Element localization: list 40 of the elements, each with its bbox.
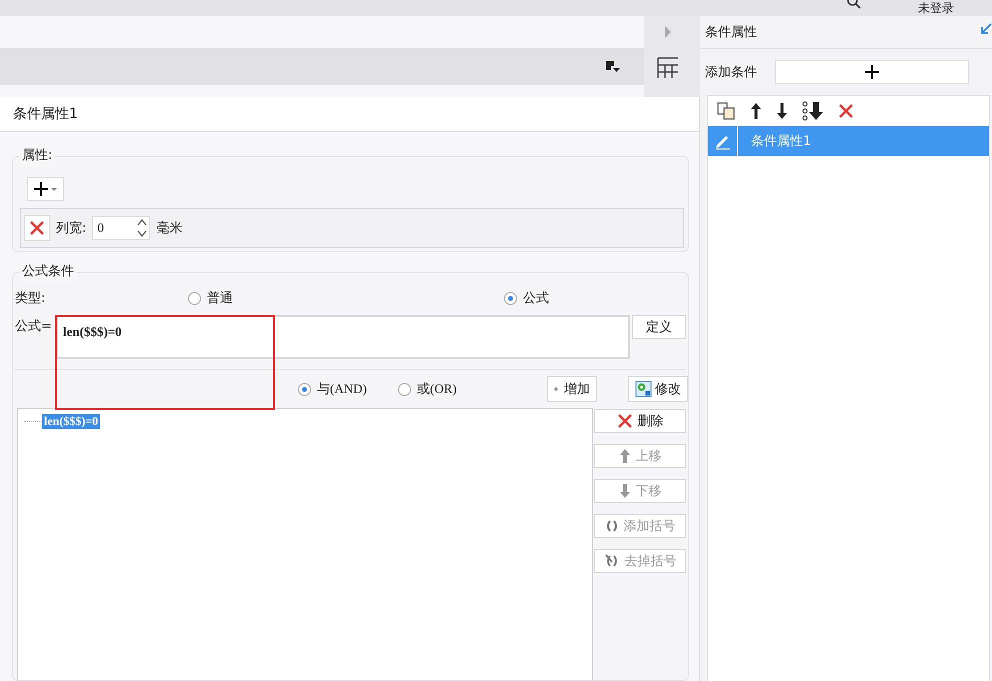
arrow-down-icon xyxy=(618,483,630,499)
unit-label: 毫米 xyxy=(156,220,182,237)
radio-label: 或(OR) xyxy=(417,380,457,398)
formula-field[interactable]: len($$$)=0 xyxy=(56,315,630,359)
plus-icon xyxy=(864,64,880,80)
add-condition-label: 添加条件 xyxy=(705,64,757,81)
radio-button[interactable] xyxy=(504,292,517,304)
modify-button[interactable]: 修改 xyxy=(628,376,688,402)
add-dropdown-button[interactable] xyxy=(27,177,64,201)
field-label: 列宽: xyxy=(56,220,86,237)
remove-button[interactable] xyxy=(24,215,50,241)
radio-label: 普通 xyxy=(207,290,233,307)
plus-icon xyxy=(34,182,58,196)
radio-button[interactable] xyxy=(188,292,201,304)
user-status[interactable]: 未登录 xyxy=(918,1,954,15)
parentheses-icon xyxy=(604,519,618,533)
remove-parentheses-icon xyxy=(604,553,620,569)
panel-title: 条件属性 xyxy=(705,24,757,41)
radio-label: 与(AND) xyxy=(317,380,367,398)
radio-button[interactable] xyxy=(298,382,311,396)
type-label: 类型: xyxy=(15,290,46,307)
number-spinner[interactable]: 0 xyxy=(92,216,150,240)
grid-layout-icon[interactable] xyxy=(657,57,679,79)
add-button[interactable]: 增加 xyxy=(547,376,597,402)
radio-button[interactable] xyxy=(398,382,411,396)
dialog-title: 条件属性1 xyxy=(13,105,78,123)
close-icon xyxy=(29,220,45,236)
arrow-up-icon[interactable] xyxy=(750,102,762,120)
radio-label: 公式 xyxy=(523,290,549,307)
arrow-up-icon xyxy=(618,448,630,464)
move-to-bottom-icon[interactable] xyxy=(802,101,824,121)
copy-icon[interactable] xyxy=(716,101,736,121)
arrow-down-icon[interactable] xyxy=(776,102,788,120)
side-button[interactable]: 删除 xyxy=(594,409,686,433)
define-button[interactable]: 定义 xyxy=(632,315,686,339)
formula-label: 公式= xyxy=(15,318,53,335)
close-icon xyxy=(616,413,632,429)
delete-icon[interactable] xyxy=(838,103,854,119)
format-brush-icon[interactable] xyxy=(606,60,620,72)
collapse-arrow-icon[interactable] xyxy=(980,23,992,35)
